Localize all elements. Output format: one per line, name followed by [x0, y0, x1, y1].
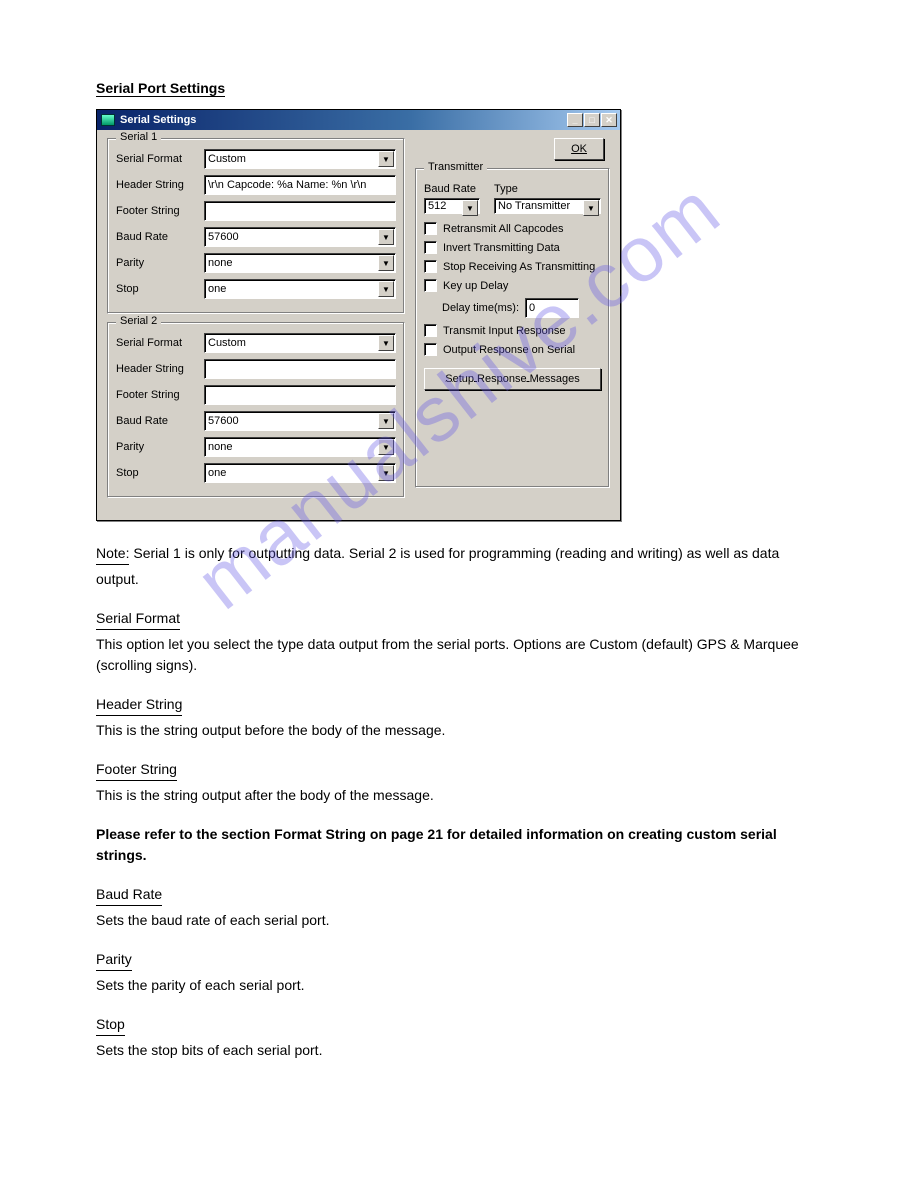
minimize-button[interactable]: _	[567, 113, 583, 127]
baud-rate-body: Sets the baud rate of each serial port.	[96, 912, 329, 928]
parity-head: Parity	[96, 949, 132, 971]
serial1-parity-select[interactable]: none ▼	[204, 253, 396, 273]
ok-button[interactable]: OK	[554, 138, 604, 160]
note-head: Note:	[96, 543, 129, 565]
chevron-down-icon: ▼	[378, 255, 394, 271]
window-title: Serial Settings	[120, 114, 567, 126]
tx-input-checkbox[interactable]	[424, 324, 437, 337]
tx-type-label: Type	[494, 183, 601, 195]
window-titlebar: Serial Settings _ □ ✕	[97, 110, 620, 130]
chevron-down-icon: ▼	[378, 465, 394, 481]
chevron-down-icon: ▼	[378, 439, 394, 455]
stop-body: Sets the stop bits of each serial port.	[96, 1042, 322, 1058]
serial2-stop-select[interactable]: one ▼	[204, 463, 396, 483]
serial-format-head: Serial Format	[96, 608, 180, 630]
serial1-format-select[interactable]: Custom ▼	[204, 149, 396, 169]
serial2-header-input[interactable]	[204, 359, 396, 379]
stop-head: Stop	[96, 1014, 125, 1036]
chevron-down-icon: ▼	[583, 200, 599, 216]
tx-baud-select[interactable]: 512 ▼	[424, 198, 480, 214]
tx-input-label: Transmit Input Response	[443, 325, 565, 337]
transmitter-legend: Transmitter	[424, 161, 487, 173]
serial1-legend: Serial 1	[116, 131, 161, 143]
serial1-footer-input[interactable]	[204, 201, 396, 221]
invert-checkbox[interactable]	[424, 241, 437, 254]
serial2-baud-select[interactable]: 57600 ▼	[204, 411, 396, 431]
serial2-stop-label: Stop	[116, 467, 204, 479]
serial1-baud-label: Baud Rate	[116, 231, 204, 243]
footer-string-head: Footer String	[96, 759, 177, 781]
serial2-footer-input[interactable]	[204, 385, 396, 405]
tx-type-select[interactable]: No Transmitter ▼	[494, 198, 601, 214]
app-icon	[101, 114, 115, 126]
serial2-legend: Serial 2	[116, 315, 161, 327]
out-serial-label: Output Response on Serial	[443, 344, 575, 356]
stop-rx-checkbox[interactable]	[424, 260, 437, 273]
serial-settings-window: Serial Settings _ □ ✕ Serial 1 Serial Fo…	[96, 109, 621, 521]
serial1-format-label: Serial Format	[116, 153, 204, 165]
serial2-baud-label: Baud Rate	[116, 415, 204, 427]
serial1-group: Serial 1 Serial Format Custom ▼ Header S…	[107, 138, 405, 314]
serial2-format-select[interactable]: Custom ▼	[204, 333, 396, 353]
note-body: Serial 1 is only for outputting data. Se…	[96, 545, 779, 587]
chevron-down-icon: ▼	[378, 335, 394, 351]
retransmit-label: Retransmit All Capcodes	[443, 223, 563, 235]
delay-label: Delay time(ms):	[442, 302, 519, 314]
chevron-down-icon: ▼	[462, 200, 478, 216]
serial2-group: Serial 2 Serial Format Custom ▼ Header S…	[107, 322, 405, 498]
tx-baud-label: Baud Rate	[424, 183, 484, 195]
header-string-head: Header String	[96, 694, 182, 716]
transmitter-group: Transmitter Baud Rate 512 ▼ Type	[415, 168, 610, 488]
format-string-notice: Please refer to the section Format Strin…	[96, 824, 822, 866]
document-body: Note: Serial 1 is only for outputting da…	[96, 543, 822, 1061]
serial2-format-label: Serial Format	[116, 337, 204, 349]
parity-body: Sets the parity of each serial port.	[96, 977, 305, 993]
chevron-down-icon: ▼	[378, 229, 394, 245]
stop-rx-label: Stop Receiving As Transmitting	[443, 261, 595, 273]
serial1-header-label: Header String	[116, 179, 204, 191]
serial1-stop-select[interactable]: one ▼	[204, 279, 396, 299]
serial1-baud-select[interactable]: 57600 ▼	[204, 227, 396, 247]
setup-response-button[interactable]: Setup Response Messages	[424, 368, 601, 390]
chevron-down-icon: ▼	[378, 151, 394, 167]
serial1-header-input[interactable]	[204, 175, 396, 195]
footer-string-body: This is the string output after the body…	[96, 787, 434, 803]
page-heading: Serial Port Settings	[96, 80, 225, 97]
baud-rate-head: Baud Rate	[96, 884, 162, 906]
chevron-down-icon: ▼	[378, 281, 394, 297]
serial2-header-label: Header String	[116, 363, 204, 375]
serial2-footer-label: Footer String	[116, 389, 204, 401]
serial-format-body: This option let you select the type data…	[96, 636, 799, 673]
serial2-parity-label: Parity	[116, 441, 204, 453]
keyup-label: Key up Delay	[443, 280, 508, 292]
invert-label: Invert Transmitting Data	[443, 242, 560, 254]
serial1-stop-label: Stop	[116, 283, 204, 295]
close-button[interactable]: ✕	[601, 113, 617, 127]
chevron-down-icon: ▼	[378, 413, 394, 429]
keyup-checkbox[interactable]	[424, 279, 437, 292]
header-string-body: This is the string output before the bod…	[96, 722, 445, 738]
maximize-button[interactable]: □	[584, 113, 600, 127]
delay-input[interactable]	[525, 298, 579, 318]
serial1-parity-label: Parity	[116, 257, 204, 269]
out-serial-checkbox[interactable]	[424, 343, 437, 356]
retransmit-checkbox[interactable]	[424, 222, 437, 235]
serial1-footer-label: Footer String	[116, 205, 204, 217]
serial2-parity-select[interactable]: none ▼	[204, 437, 396, 457]
